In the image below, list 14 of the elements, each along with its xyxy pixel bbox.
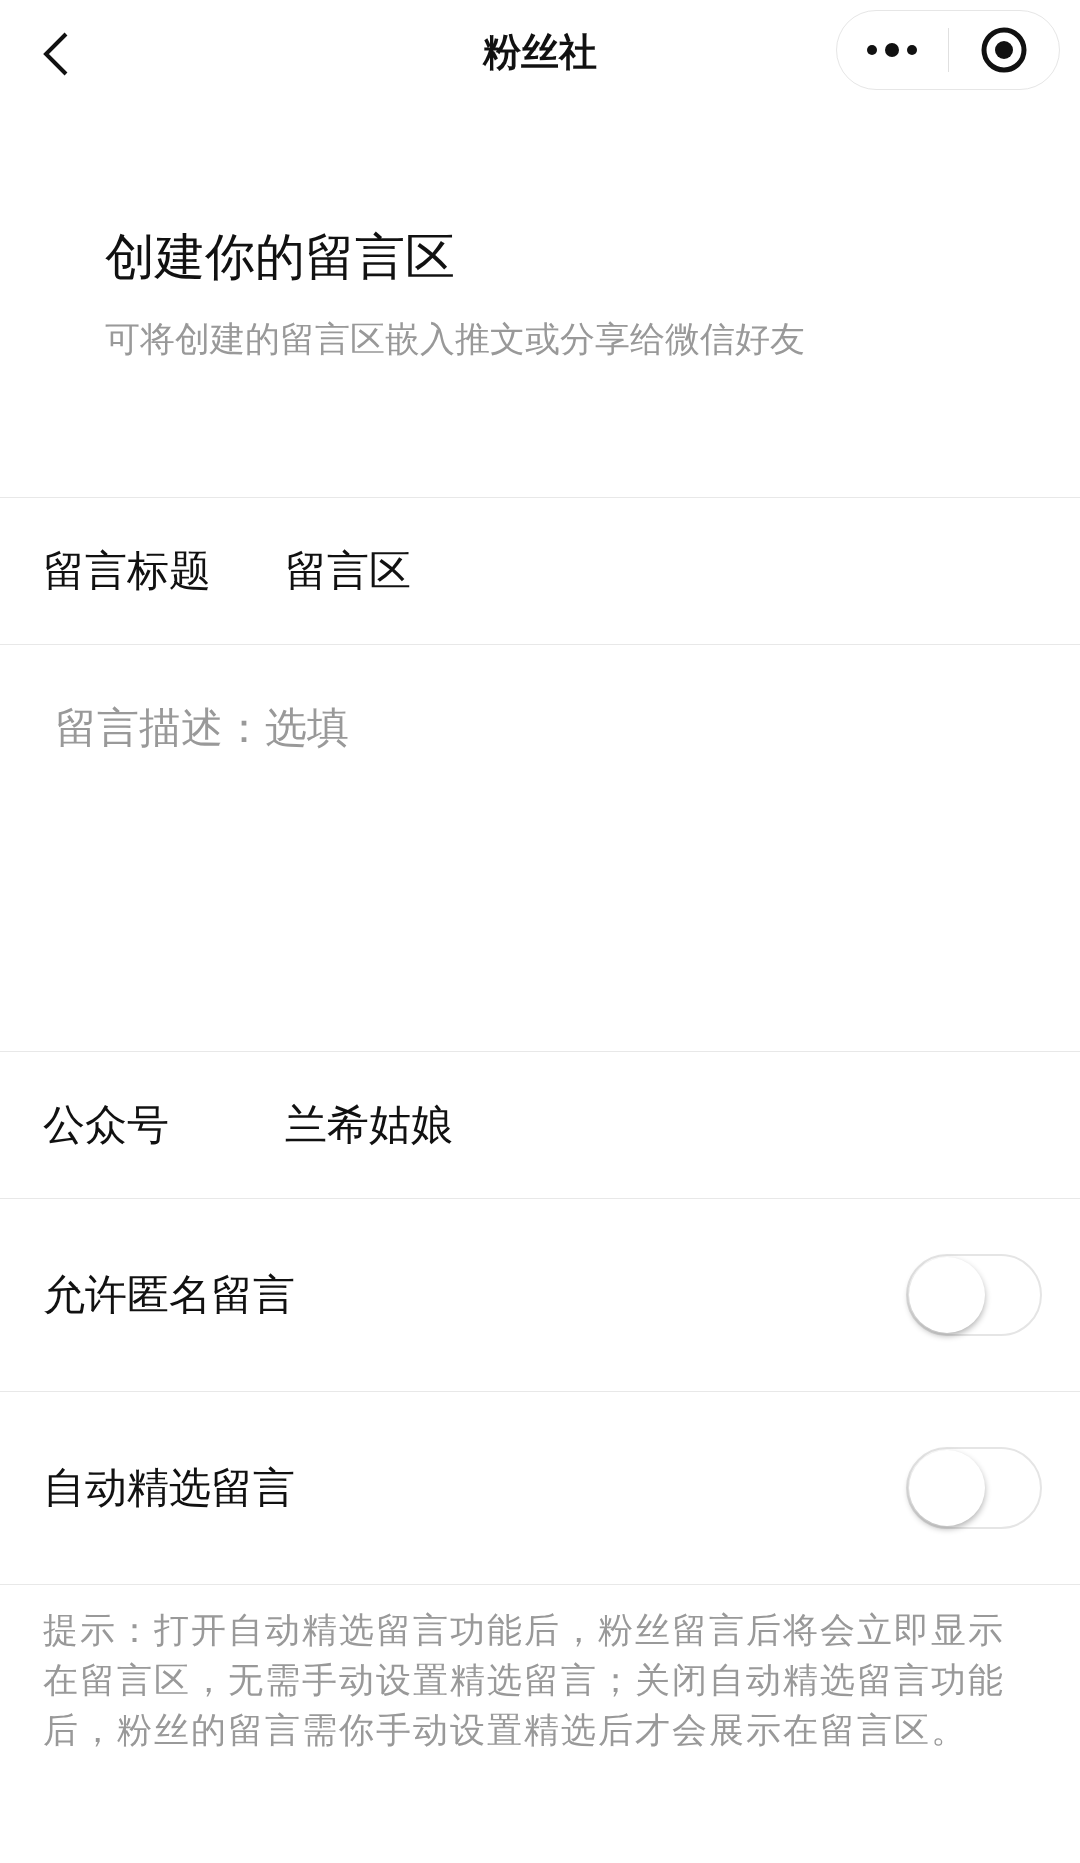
- more-icon: [866, 43, 919, 57]
- field-label: 公众号: [43, 1099, 170, 1151]
- page-heading: 创建你的留言区: [105, 227, 456, 288]
- switch-label: 自动精选留言: [43, 1462, 295, 1514]
- field-value: 兰希姑娘: [285, 1099, 453, 1151]
- page-subtitle: 可将创建的留言区嵌入推文或分享给微信好友: [105, 318, 806, 361]
- toggle-switch[interactable]: [906, 1254, 1042, 1336]
- page-title: 粉丝社: [483, 29, 597, 76]
- toggle-switch[interactable]: [906, 1447, 1042, 1529]
- switch-label: 允许匿名留言: [43, 1269, 295, 1321]
- field-value[interactable]: 留言区: [285, 543, 411, 599]
- field-label: 留言标题: [43, 545, 212, 597]
- hint-text: 提示：打开自动精选留言功能后，粉丝留言后将会立即显示在留言区，无需手动设置精选留言；关闭自动精选留言功能后，粉丝的留言需你手动设置精选后才会展示在留言区。: [0, 1584, 1080, 1755]
- description-field[interactable]: 留言描述：选填: [55, 700, 955, 1000]
